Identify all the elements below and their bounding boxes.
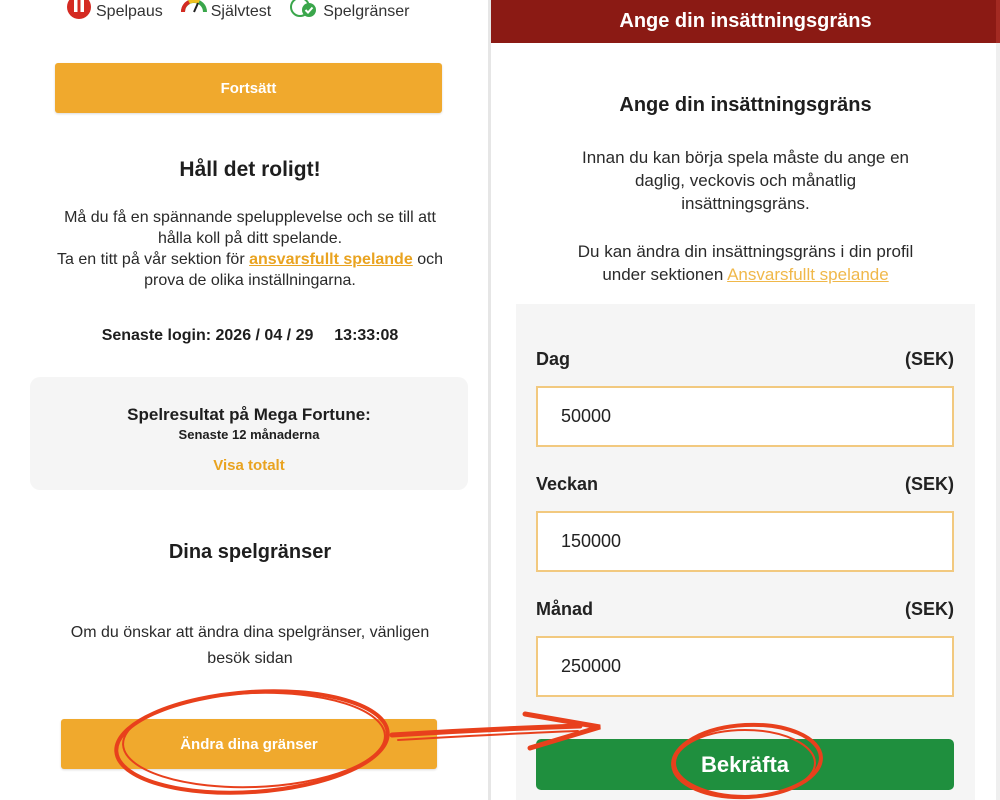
limits-icon — [289, 0, 323, 27]
last-login-label: Senaste login: — [101, 327, 212, 344]
spelgranser-label: Spelgränser — [323, 3, 410, 20]
intro-line-1: Må du få en spännande spelupplevelse och… — [64, 209, 436, 226]
last-login-time: 13:33:08 — [334, 327, 399, 344]
responsible-gaming-profile-link[interactable]: Ansvarsfullt spelande — [727, 265, 889, 284]
limits-text: Om du önskar att ändra dina spelgränser,… — [20, 620, 480, 672]
last-login-date: 2026 / 04 / 29 — [215, 327, 314, 344]
intro-line-3-post: och — [417, 251, 443, 268]
deposit-limit-header: Ange din insättningsgräns — [491, 0, 1000, 43]
intro-line-2: hålla koll på ditt spelande. — [157, 230, 343, 247]
intro-line-3: Ta en titt på vår sektion för ansvarsful… — [20, 249, 480, 270]
week-label: Veckan — [536, 474, 599, 494]
intro-line-4: prova de olika inställningarna. — [144, 272, 356, 289]
profile-line-1: Du kan ändra din insättningsgräns i din … — [577, 242, 914, 261]
change-limits-button[interactable]: Ändra dina gränser — [61, 719, 437, 769]
desc-line-3: insättningsgräns. — [681, 194, 810, 213]
profile-line-2-pre: under sektionen — [602, 265, 724, 284]
results-card: Spelresultat på Mega Fortune: Senaste 12… — [30, 377, 468, 490]
sjalvtest-label: Självtest — [210, 3, 272, 20]
profile-info: Du kan ändra din insättningsgräns i din … — [491, 240, 1000, 286]
header-title: Ange din insättningsgräns — [619, 10, 872, 32]
responsible-gaming-link[interactable]: ansvarsfullt spelande — [249, 251, 413, 268]
day-unit: (SEK) — [905, 349, 954, 369]
show-total-link[interactable]: Visa totalt — [30, 457, 468, 474]
limits-text-line-2: besök sidan — [207, 650, 293, 667]
left-panel: Spelpaus Självtest Spelgränser Fortsätt … — [0, 0, 488, 800]
section-title: Ange din insättningsgräns — [619, 94, 872, 116]
desc-line-1: Innan du kan börja spela måste du ange e… — [581, 148, 910, 167]
page-heading: Håll det roligt! — [179, 158, 321, 181]
week-limit-input[interactable] — [536, 511, 954, 572]
month-unit: (SEK) — [905, 599, 954, 619]
deposit-description: Innan du kan börja spela måste du ange e… — [491, 146, 1000, 215]
responsible-gaming-toolbar: Spelpaus Självtest Spelgränser — [66, 0, 427, 24]
results-card-title: Spelresultat på Mega Fortune: — [127, 405, 371, 424]
results-card-subtitle: Senaste 12 månaderna — [178, 427, 320, 442]
limits-heading: Dina spelgränser — [168, 541, 332, 563]
confirm-button[interactable]: Bekräfta — [536, 739, 954, 790]
month-limit-input[interactable] — [536, 636, 954, 697]
pause-icon — [66, 0, 96, 27]
intro-text: Må du få en spännande spelupplevelse och… — [20, 207, 480, 291]
spelgranser-link[interactable]: Spelgränser — [289, 0, 409, 27]
continue-button[interactable]: Fortsätt — [55, 63, 442, 113]
sjalvtest-link[interactable]: Självtest — [180, 0, 272, 27]
desc-line-2: daglig, veckovis och månatlig — [634, 171, 857, 190]
gauge-icon — [180, 0, 211, 27]
month-label: Månad — [536, 599, 594, 619]
header-edge — [996, 0, 1000, 43]
intro-line-3-pre: Ta en titt på vår sektion för — [57, 251, 245, 268]
day-label: Dag — [536, 349, 571, 369]
right-panel: Ange din insättningsgräns Ange din insät… — [491, 0, 1000, 800]
limits-text-line-1: Om du önskar att ändra dina spelgränser,… — [70, 624, 430, 641]
last-login: Senaste login: 2026 / 04 / 29 13:33:08 — [20, 327, 480, 345]
spelpaus-label: Spelpaus — [96, 3, 163, 20]
day-limit-input[interactable] — [536, 386, 954, 447]
week-unit: (SEK) — [905, 474, 954, 494]
spelpaus-link[interactable]: Spelpaus — [66, 0, 163, 27]
profile-line-2: under sektionen Ansvarsfullt spelande — [491, 263, 1000, 286]
